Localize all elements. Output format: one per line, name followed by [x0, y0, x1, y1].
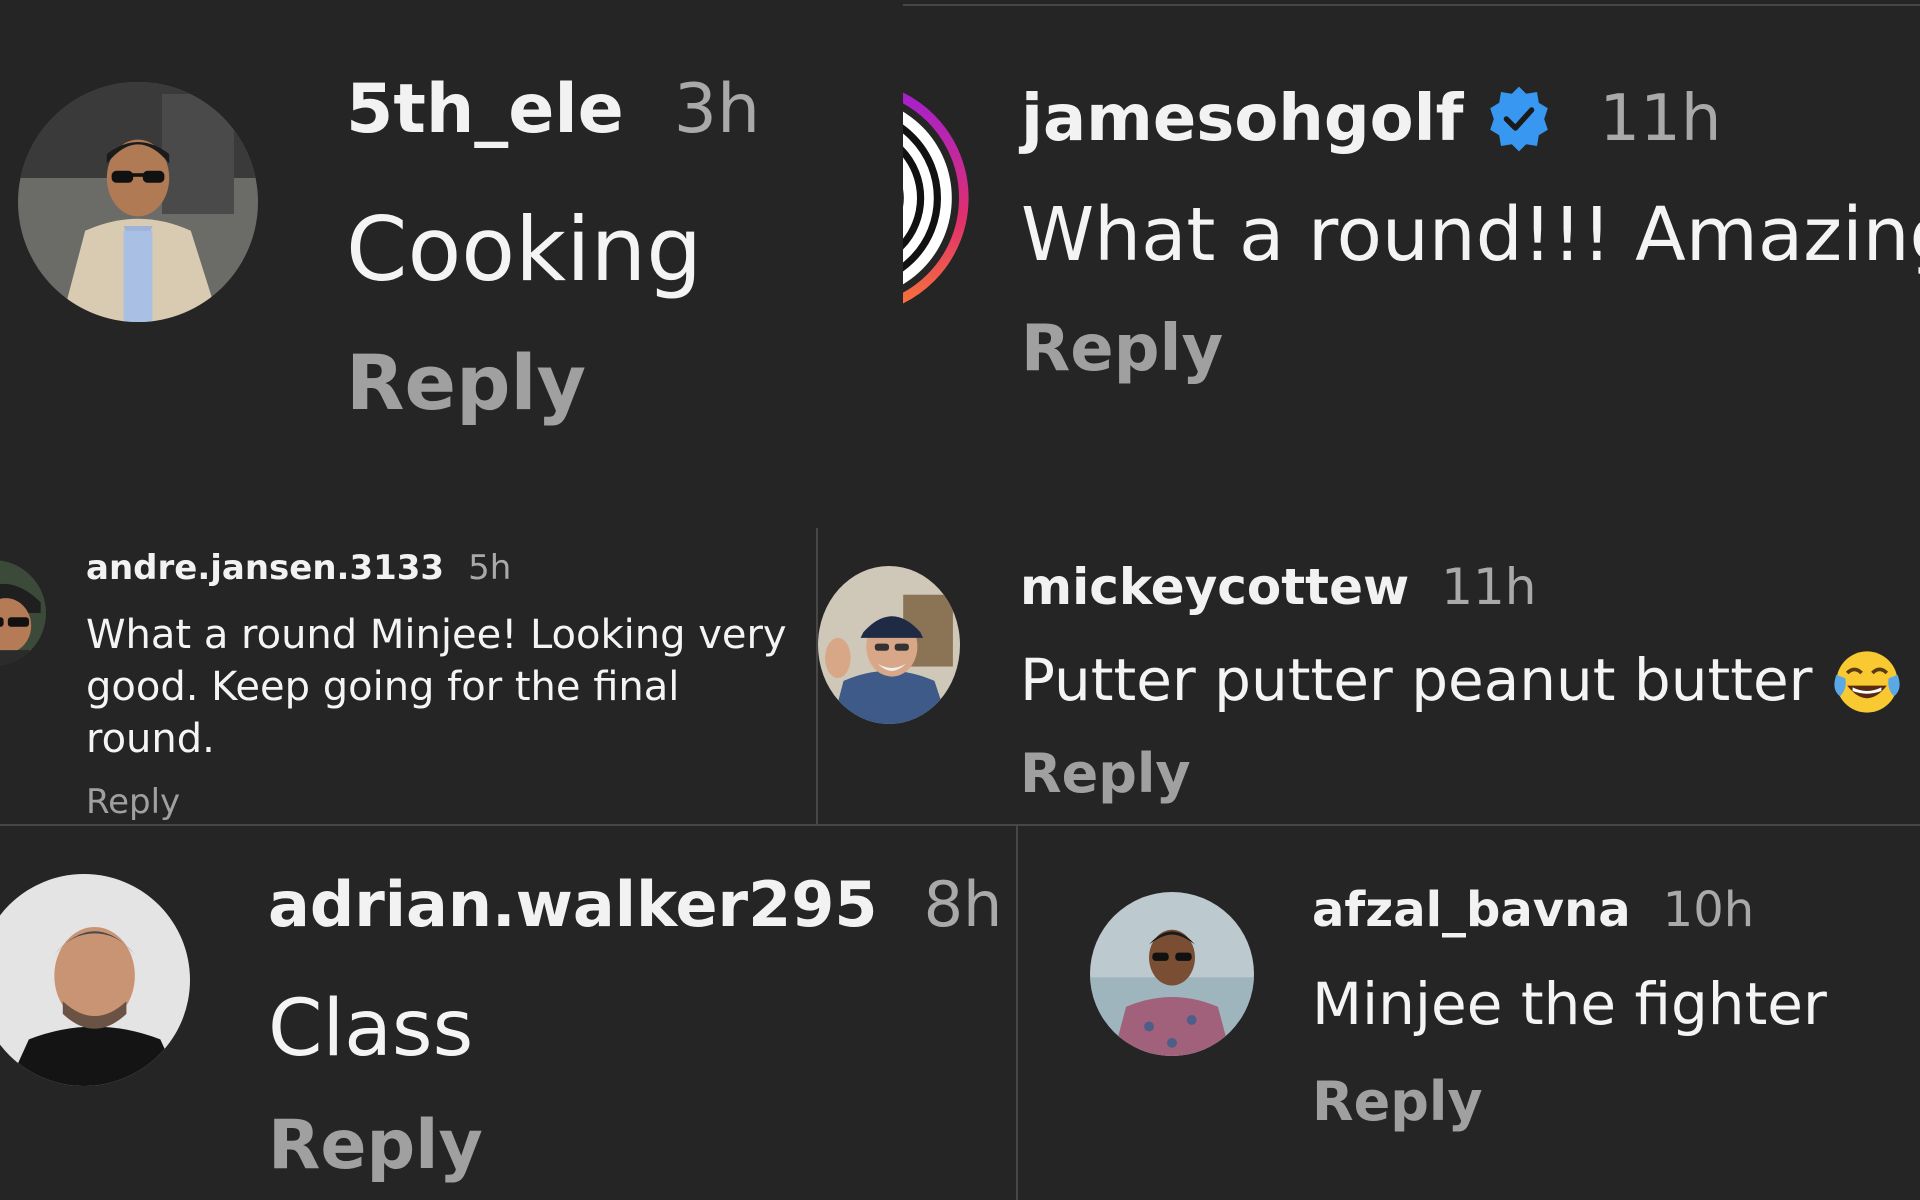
- username[interactable]: mickeycottew: [1020, 558, 1409, 616]
- username[interactable]: afzal_bavna: [1312, 882, 1631, 938]
- divider: [903, 4, 1920, 6]
- comment-header: jamesohgolf 11h: [1021, 82, 1721, 156]
- timestamp: 11h: [1441, 558, 1537, 616]
- user-photo-avatar-icon: [0, 560, 46, 666]
- comment-text: What a round!!! Amazing!: [1021, 192, 1920, 278]
- comment-card-jamesohgolf: jamesohgolf 11h What a round!!! Amazing!…: [903, 0, 1920, 506]
- username[interactable]: jamesohgolf: [1021, 82, 1463, 156]
- reply-button[interactable]: Reply: [346, 338, 586, 427]
- reply-button[interactable]: Reply: [86, 782, 180, 822]
- comment-text-line-2: good. Keep going for the final: [86, 664, 680, 710]
- avatar[interactable]: [818, 566, 960, 724]
- comment-header: andre.jansen.3133 5h: [86, 548, 511, 588]
- comment-text-line-1: What a round Minjee! Looking very: [86, 612, 787, 658]
- comment-text-line-3: round.: [86, 716, 215, 762]
- comment-card-adrian-walker: adrian.walker295 8h Class Reply: [0, 826, 1016, 1200]
- comment-card-andre-jansen: andre.jansen.3133 5h What a round Minjee…: [0, 506, 817, 824]
- avatar[interactable]: [0, 874, 190, 1086]
- comment-header: adrian.walker295 8h: [268, 868, 1002, 941]
- comment-header: afzal_bavna 10h: [1312, 882, 1754, 938]
- username[interactable]: 5th_ele: [346, 70, 624, 149]
- user-photo-avatar-icon: [0, 874, 190, 1086]
- comment-text-row: Putter putter peanut butter: [1020, 646, 1903, 718]
- comment-card-afzal-bavna: afzal_bavna 10h Minjee the fighter Reply: [1018, 826, 1920, 1200]
- username[interactable]: adrian.walker295: [268, 868, 878, 941]
- user-photo-avatar-icon: [818, 566, 960, 724]
- avatar[interactable]: [1090, 892, 1254, 1056]
- verified-badge-icon: [1483, 83, 1555, 155]
- comment-text: Class: [268, 984, 474, 1074]
- user-photo-avatar-icon: [18, 82, 258, 322]
- story-ring-avatar-icon: [903, 92, 969, 304]
- reply-button[interactable]: Reply: [1020, 742, 1191, 805]
- timestamp: 3h: [673, 70, 761, 149]
- timestamp: 11h: [1599, 82, 1722, 156]
- comment-collage: 5th_ele 3h Cooking Reply jamesohgolf 11h…: [0, 0, 1920, 1200]
- user-photo-avatar-icon: [1090, 892, 1254, 1056]
- avatar[interactable]: [0, 560, 46, 666]
- reply-button[interactable]: Reply: [1021, 312, 1223, 386]
- avatar[interactable]: [903, 78, 971, 318]
- comment-text: Putter putter peanut butter: [1020, 646, 1813, 714]
- comment-card-5th-ele: 5th_ele 3h Cooking Reply: [0, 0, 903, 506]
- timestamp: 10h: [1662, 882, 1755, 938]
- reply-button[interactable]: Reply: [268, 1106, 483, 1185]
- avatar[interactable]: [18, 82, 258, 322]
- comment-header: mickeycottew 11h: [1020, 558, 1537, 616]
- reply-button[interactable]: Reply: [1312, 1070, 1483, 1133]
- comment-text: Minjee the fighter: [1312, 970, 1827, 1038]
- comment-card-mickeycottew: mickeycottew 11h Putter putter peanut bu…: [818, 506, 1920, 824]
- timestamp: 8h: [923, 868, 1003, 941]
- username[interactable]: andre.jansen.3133: [86, 548, 444, 588]
- timestamp: 5h: [468, 548, 512, 588]
- comment-text: Cooking: [346, 198, 703, 301]
- comment-header: 5th_ele 3h: [346, 70, 760, 149]
- laughing-tears-emoji-icon: [1831, 646, 1903, 718]
